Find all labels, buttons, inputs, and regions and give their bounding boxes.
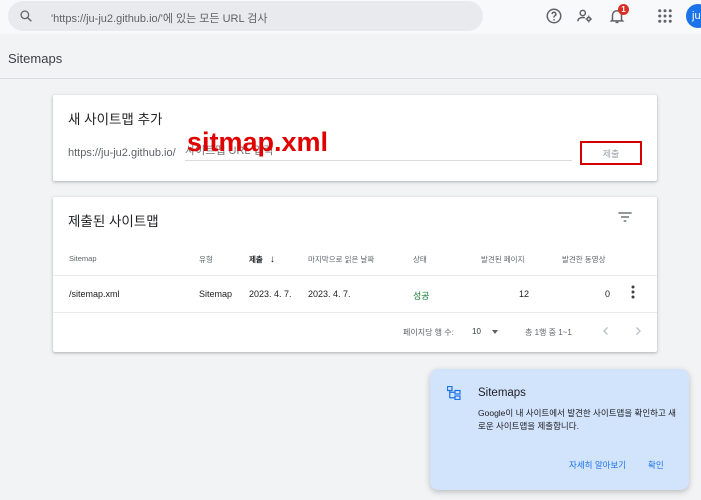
popup-body: Google이 내 사이트에서 발견한 사이트맵을 확인하고 새로운 사이트맵을…	[478, 408, 676, 431]
notification-badge: 1	[618, 4, 629, 15]
page-title: Sitemaps	[8, 51, 63, 66]
cell-videos: 0	[605, 289, 611, 299]
rows-per-page-label: 페이지당 행 수:	[403, 328, 454, 337]
sort-arrow-icon: ↓	[269, 254, 275, 265]
header-divider	[53, 275, 657, 276]
page-divider	[0, 78, 701, 79]
search-placeholder: 'https://ju-ju2.github.io/'에 있는 모든 URL 검…	[51, 13, 268, 25]
next-page-icon[interactable]	[633, 326, 643, 336]
column-header-last-read[interactable]: 마지막으로 읽은 날짜	[308, 254, 374, 265]
top-bar: 'https://ju-ju2.github.io/'에 있는 모든 URL 검…	[0, 0, 701, 34]
submitted-sitemaps-card: 제출된 사이트맵 Sitemap 유형 제출 ↓ 마지막으로 읽은 날짜 상태 …	[53, 197, 657, 352]
rows-per-page-select[interactable]: 10	[472, 327, 498, 336]
column-header-type[interactable]: 유형	[199, 254, 213, 265]
manage-accounts-icon[interactable]	[576, 7, 594, 25]
cell-submitted: 2023. 4. 7.	[249, 289, 292, 299]
help-icon[interactable]	[545, 7, 563, 25]
column-header-submitted[interactable]: 제출 ↓	[249, 254, 275, 265]
apps-icon[interactable]	[656, 7, 674, 25]
annotation-text: sitmap.xml	[187, 127, 329, 157]
submit-button[interactable]: 제출	[580, 141, 642, 165]
popup-title: Sitemaps	[478, 387, 526, 399]
submitted-sitemaps-title: 제출된 사이트맵	[68, 214, 159, 229]
row-divider	[53, 312, 657, 313]
confirm-button[interactable]: 확인	[648, 459, 664, 471]
search-icon	[20, 10, 32, 22]
more-options-icon[interactable]	[631, 285, 635, 299]
column-header-pages[interactable]: 발견된 페이지	[481, 254, 524, 265]
column-header-sitemap[interactable]: Sitemap	[69, 254, 97, 263]
learn-more-link[interactable]: 자세히 알아보기	[569, 459, 626, 471]
pagination-range: 총 1행 중 1~1	[525, 328, 572, 337]
column-header-videos[interactable]: 발견한 동영상	[562, 254, 605, 265]
sitemap-icon	[447, 386, 461, 400]
sitemaps-info-popup: Sitemaps Google이 내 사이트에서 발견한 사이트맵을 확인하고 …	[430, 369, 689, 490]
cell-last-read: 2023. 4. 7.	[308, 289, 351, 299]
site-url-prefix: https://ju-ju2.github.io/	[68, 147, 176, 159]
column-header-status[interactable]: 상태	[413, 254, 427, 265]
dropdown-arrow-icon	[491, 329, 498, 334]
previous-page-icon[interactable]	[601, 326, 611, 336]
url-inspection-search[interactable]: 'https://ju-ju2.github.io/'에 있는 모든 URL 검…	[8, 1, 483, 31]
cell-status: 성공	[413, 291, 430, 301]
cell-pages: 12	[519, 289, 530, 299]
filter-icon[interactable]	[617, 210, 633, 224]
rows-per-page-value: 10	[472, 327, 481, 336]
cell-sitemap: /sitemap.xml	[69, 289, 120, 299]
add-sitemap-card: 새 사이트맵 추가 https://ju-ju2.github.io/ 제출	[53, 95, 657, 181]
avatar[interactable]: ju	[686, 4, 701, 28]
cell-type: Sitemap	[199, 289, 233, 299]
add-sitemap-title: 새 사이트맵 추가	[68, 112, 163, 127]
column-header-submitted-label: 제출	[249, 255, 263, 264]
